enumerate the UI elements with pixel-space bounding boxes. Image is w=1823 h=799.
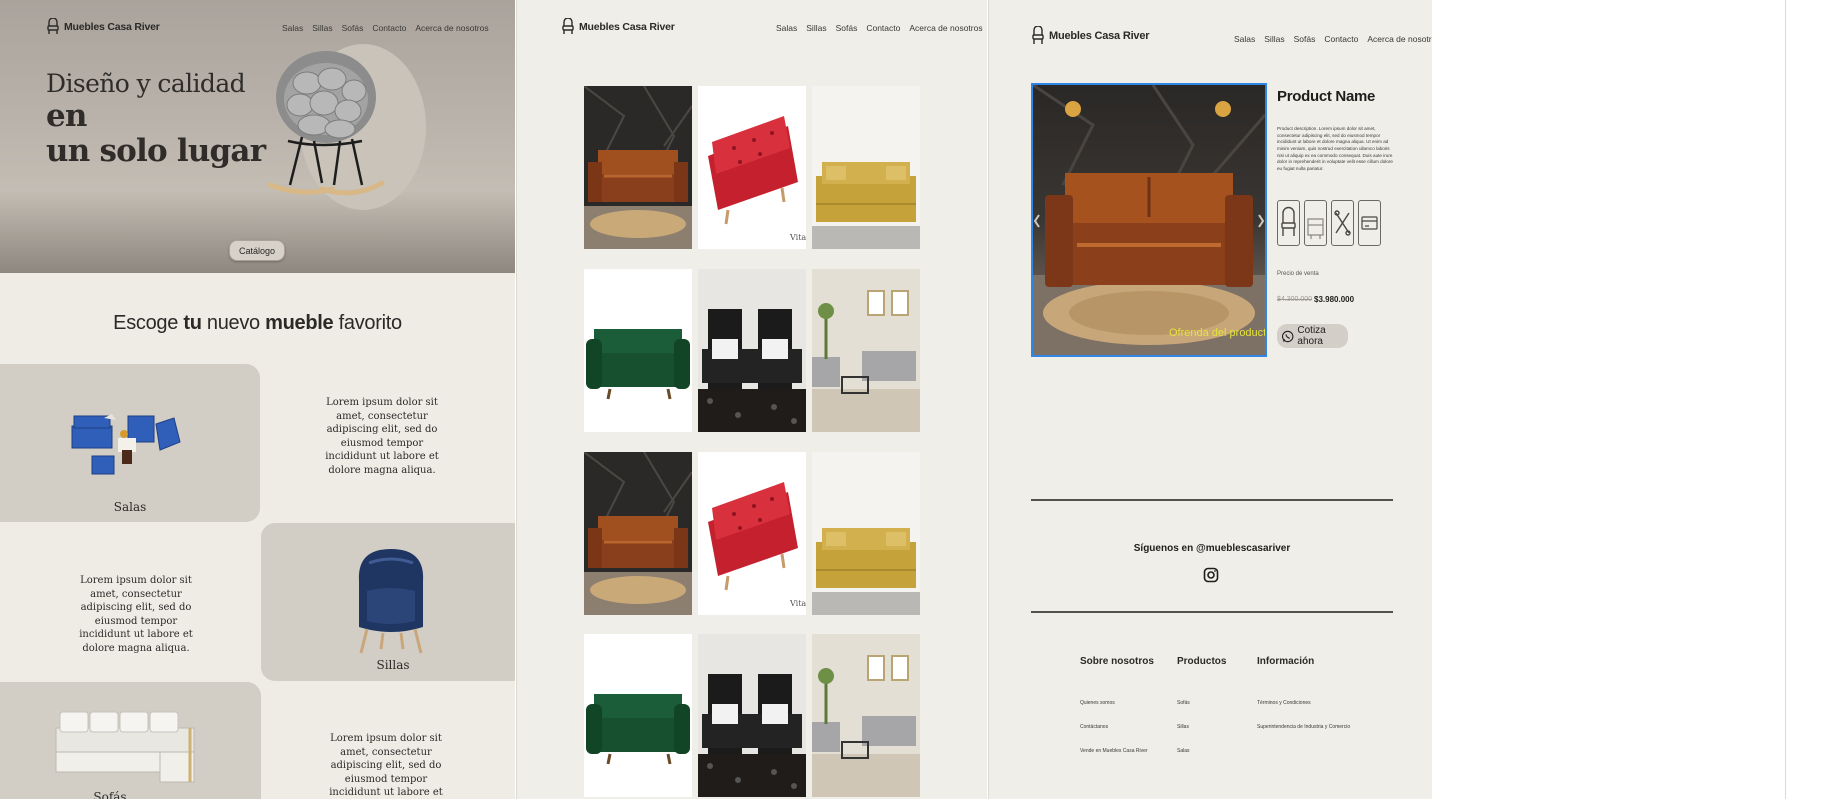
brand-logo[interactable]: Muebles Casa River — [46, 18, 160, 35]
tools-icon — [1334, 210, 1351, 236]
product-description: Product description. Lorem ipsum dolor s… — [1277, 126, 1393, 171]
footer-link-terminos[interactable]: Términos y Condiciones — [1257, 700, 1311, 706]
home-page: Muebles Casa River Salas Sillas Sofás Co… — [0, 0, 515, 799]
footer-heading-about: Sobre nosotros — [1080, 656, 1154, 667]
product-tile-black-leather-recliner[interactable] — [698, 269, 806, 432]
category-text-sofas: Lorem ipsum dolor sit amet, consectetur … — [329, 733, 443, 798]
prev-arrow-icon — [1033, 214, 1040, 228]
feature-card[interactable] — [1358, 200, 1381, 246]
main-nav: Salas Sillas Sofás Contacto Acerca de no… — [776, 23, 983, 33]
feature-sofa[interactable] — [1304, 200, 1327, 246]
quote-button-label: Cotiza ahora — [1297, 325, 1326, 347]
product-tile-grey-living-room-set[interactable] — [812, 634, 920, 797]
category-label-sofas: Sofás — [93, 790, 127, 799]
white-sectional-image — [55, 711, 195, 783]
price-label: Precio de venta — [1277, 271, 1319, 277]
instagram-icon[interactable] — [1203, 567, 1219, 583]
nav-salas[interactable]: Salas — [1234, 34, 1255, 44]
category-card-sofas[interactable]: Sofás — [0, 682, 261, 799]
vital-watermark: Vital — [789, 233, 806, 242]
next-arrow-icon — [1258, 214, 1265, 228]
product-tile-red-tufted-sofa[interactable]: Vital — [698, 86, 806, 249]
feature-chair[interactable] — [1277, 200, 1300, 246]
hero-title: Diseño y calidad en un solo lugar — [46, 69, 266, 170]
nav-contacto[interactable]: Contacto — [372, 23, 406, 33]
quote-button[interactable]: Cotiza ahora — [1277, 324, 1348, 348]
feature-tools[interactable] — [1331, 200, 1354, 246]
follow-text: Síguenos en @mueblescasariver — [1133, 543, 1291, 554]
nav-contacto[interactable]: Contacto — [1324, 34, 1358, 44]
footer-link-salas[interactable]: Salas — [1177, 748, 1190, 754]
category-card-sillas[interactable]: Sillas — [261, 523, 515, 681]
product-tile-grey-living-room-set[interactable] — [812, 269, 920, 432]
nav-acerca[interactable]: Acerca de nosotros — [909, 23, 982, 33]
product-tile-brown-leather-sofa[interactable] — [584, 452, 692, 615]
main-nav: Salas Sillas Sofás Contacto Acerca de no… — [282, 23, 489, 33]
category-card-salas[interactable]: Salas — [0, 364, 260, 522]
product-tile-mustard-sofa[interactable] — [812, 452, 920, 615]
whatsapp-icon — [1281, 330, 1294, 342]
nav-sillas[interactable]: Sillas — [1264, 34, 1284, 44]
price-new: $3.980.000 — [1314, 295, 1355, 304]
product-page: Muebles Casa River Salas Sillas Sofás Co… — [988, 0, 1432, 799]
footer-divider-top — [1031, 499, 1393, 501]
section-title: Escoge tu nuevo mueble favorito — [113, 312, 402, 334]
category-label-sillas: Sillas — [376, 658, 410, 672]
footer-heading-info: Información — [1257, 656, 1315, 667]
product-name: Product Name — [1277, 88, 1376, 105]
hero-banner: Muebles Casa River Salas Sillas Sofás Co… — [0, 0, 515, 273]
image-caption: Ofrenda del producto — [1169, 327, 1267, 339]
product-image[interactable]: Ofrenda del producto — [1031, 83, 1267, 357]
footer-link-sofas[interactable]: Sofás — [1177, 700, 1190, 706]
footer-heading-products: Productos — [1177, 656, 1227, 667]
rocking-chair-image — [267, 51, 385, 196]
nav-salas[interactable]: Salas — [282, 23, 303, 33]
nav-acerca[interactable]: Acerca de nosotros — [415, 23, 488, 33]
vital-watermark: Vital — [789, 599, 806, 608]
nav-acerca[interactable]: Acerca de nosotros — [1367, 34, 1432, 44]
footer-link-quienes[interactable]: Quienes somos — [1080, 700, 1115, 706]
chair-icon — [47, 18, 59, 34]
price-old: $4.300.000 — [1277, 296, 1313, 303]
footer-link-contacto[interactable]: Contáctanos — [1080, 724, 1108, 730]
blue-armchair-image — [358, 549, 424, 654]
catalog-button[interactable]: Catálogo — [229, 240, 285, 261]
nav-sofas[interactable]: Sofás — [342, 23, 364, 33]
brand-name: Muebles Casa River — [1049, 29, 1150, 42]
nav-sofas[interactable]: Sofás — [1294, 34, 1316, 44]
card-icon — [1361, 216, 1378, 230]
product-tile-green-sofa[interactable] — [584, 269, 692, 432]
category-label-salas: Salas — [113, 500, 147, 514]
catalog-page: Muebles Casa River Salas Sillas Sofás Co… — [516, 0, 987, 799]
brand-logo[interactable]: Muebles Casa River — [561, 18, 675, 35]
product-tile-mustard-sofa[interactable] — [812, 86, 920, 249]
chair-icon — [562, 18, 574, 34]
product-tile-green-sofa[interactable] — [584, 634, 692, 797]
blue-living-room-image — [71, 414, 181, 475]
chair-icon — [1032, 26, 1044, 44]
category-text-salas: Lorem ipsum dolor sit amet, consectetur … — [325, 397, 439, 476]
nav-contacto[interactable]: Contacto — [866, 23, 900, 33]
nav-salas[interactable]: Salas — [776, 23, 797, 33]
footer-link-sillas[interactable]: Sillas — [1177, 724, 1189, 730]
nav-sofas[interactable]: Sofás — [836, 23, 858, 33]
chair-icon — [1281, 206, 1296, 236]
category-text-sillas: Lorem ipsum dolor sit amet, consectetur … — [79, 575, 193, 654]
product-tile-brown-leather-sofa[interactable] — [584, 86, 692, 249]
mockup-canvas: Muebles Casa River Salas Sillas Sofás Co… — [0, 0, 1823, 799]
canvas-edge — [1785, 0, 1786, 799]
sofa-icon — [1307, 218, 1324, 239]
footer-link-sic[interactable]: Superintendencia de Industria y Comercio — [1257, 724, 1350, 730]
footer-divider-bottom — [1031, 611, 1393, 613]
nav-sillas[interactable]: Sillas — [312, 23, 332, 33]
brand-logo[interactable]: Muebles Casa River — [1031, 26, 1150, 45]
main-nav: Salas Sillas Sofás Contacto Acerca de no… — [1234, 34, 1432, 44]
product-tile-red-tufted-sofa[interactable]: Vital — [698, 452, 806, 615]
brand-name: Muebles Casa River — [579, 20, 675, 33]
product-tile-black-leather-recliner[interactable] — [698, 634, 806, 797]
nav-sillas[interactable]: Sillas — [806, 23, 826, 33]
footer-link-vende[interactable]: Vende en Muebles Casa River — [1080, 748, 1148, 754]
brand-name: Muebles Casa River — [64, 20, 160, 33]
